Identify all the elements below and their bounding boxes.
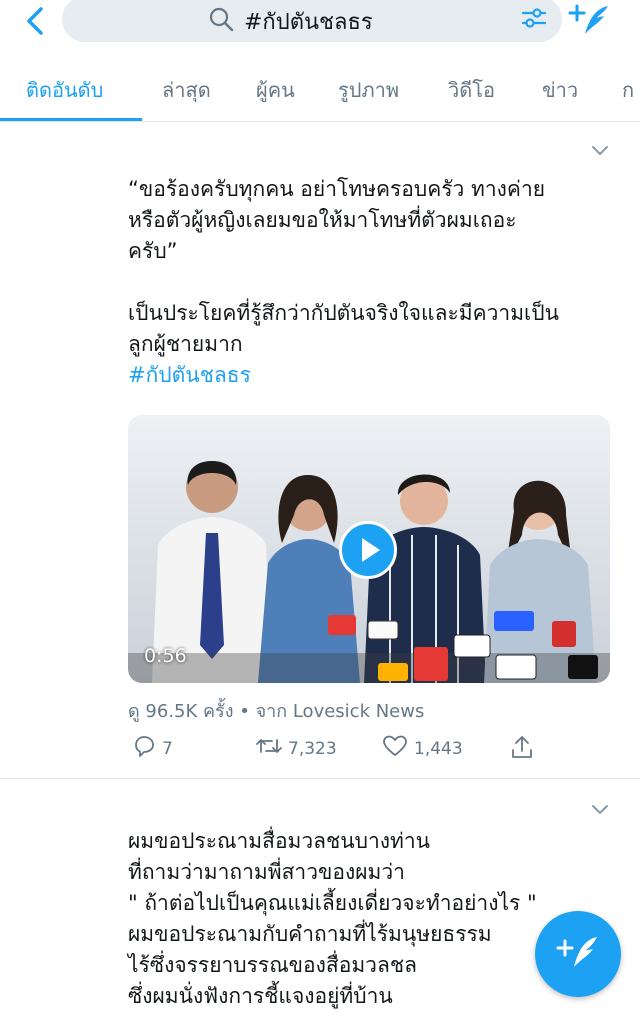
compose-tweet-icon[interactable] xyxy=(568,2,612,42)
active-tab-indicator xyxy=(0,118,142,121)
hashtag-link[interactable]: #กัปตันชลธร xyxy=(128,363,251,387)
share-button[interactable] xyxy=(510,734,534,765)
search-tabs: ติดอันดับ ล่าสุด ผู้คน รูปภาพ วิดีโอ ข่า… xyxy=(0,52,640,122)
chevron-down-icon[interactable] xyxy=(590,143,610,162)
tab-news[interactable]: ข่าว xyxy=(542,74,578,106)
play-button[interactable] xyxy=(339,521,397,579)
tab-videos[interactable]: วิดีโอ xyxy=(448,74,495,106)
tab-photos[interactable]: รูปภาพ xyxy=(338,74,399,106)
view-count: ดู 96.5K ครั้ง • จาก Lovesick News xyxy=(128,701,425,722)
tab-latest[interactable]: ล่าสุด xyxy=(162,74,211,106)
tweet-body: ผมขอประณามสื่อมวลชนบางท่าน ที่ถามว่ามาถา… xyxy=(128,829,537,1008)
tweet-divider xyxy=(0,778,640,779)
search-bar[interactable]: #กัปตันชลธร xyxy=(62,0,562,42)
search-filter-icon[interactable] xyxy=(520,5,548,35)
like-button[interactable]: 1,443 xyxy=(382,734,463,763)
back-icon[interactable] xyxy=(20,4,54,38)
retweet-icon xyxy=(256,734,282,763)
search-query[interactable]: #กัปตันชลธร xyxy=(244,4,373,39)
reply-count: 7 xyxy=(162,738,173,759)
tweet-comment: เป็นประโยคที่รู้สึกว่ากัปตันจริงใจและมีค… xyxy=(128,301,559,356)
video-player[interactable]: 0:56 xyxy=(128,415,610,683)
top-bar: #กัปตันชลธร xyxy=(0,0,640,52)
tweet-quote: “ขอร้องครับทุกคน อย่าโทษครอบครัว ทางค่าย… xyxy=(128,177,546,263)
retweet-count: 7,323 xyxy=(288,738,337,759)
like-count: 1,443 xyxy=(414,738,463,759)
heart-icon xyxy=(382,734,408,763)
search-icon xyxy=(208,6,234,36)
compose-fab-button[interactable] xyxy=(535,911,621,997)
tweet-text: ผมขอประณามสื่อมวลชนบางท่าน ที่ถามว่ามาถา… xyxy=(128,826,598,1012)
chevron-down-icon[interactable] xyxy=(590,802,610,821)
reply-button[interactable]: 7 xyxy=(132,734,173,763)
share-icon xyxy=(510,734,534,765)
retweet-button[interactable]: 7,323 xyxy=(256,734,337,763)
tab-top[interactable]: ติดอันดับ xyxy=(26,74,103,106)
video-duration: 0:56 xyxy=(144,645,187,667)
tweet-actions: 7 7,323 1,443 xyxy=(128,734,618,766)
reply-icon xyxy=(132,734,156,763)
tweet-text: “ขอร้องครับทุกคน อย่าโทษครอบครัว ทางค่าย… xyxy=(128,174,618,391)
tab-more[interactable]: ก xyxy=(622,74,634,106)
tab-people[interactable]: ผู้คน xyxy=(256,74,295,106)
